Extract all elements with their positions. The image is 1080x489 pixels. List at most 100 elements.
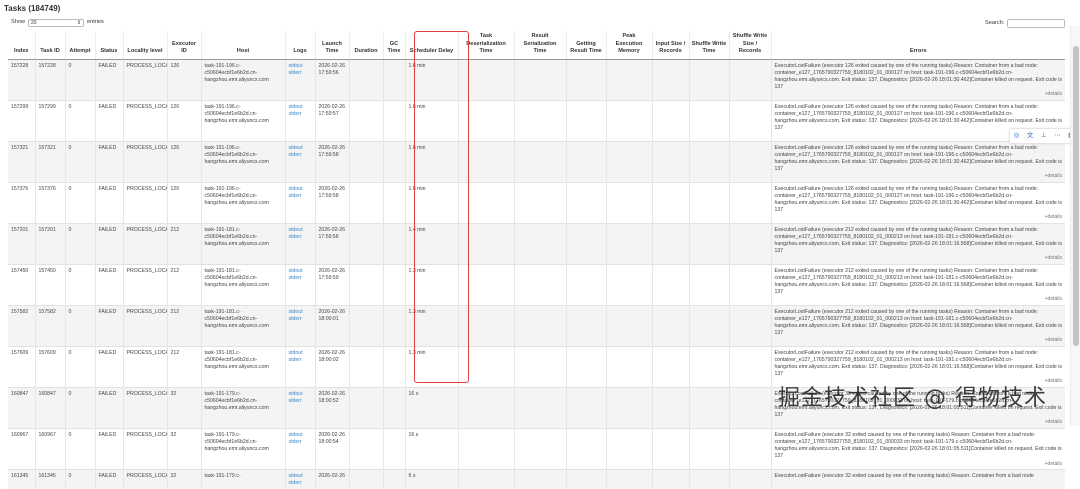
dots-icon[interactable]: ⋯ xyxy=(1054,132,1061,141)
details-link[interactable]: +details xyxy=(1045,461,1062,468)
empty-cell xyxy=(728,99,771,142)
error-text: ExecutorLostFailure (executor 32 exited … xyxy=(774,473,1034,480)
empty-cell xyxy=(605,305,652,347)
entries-select[interactable]: 20 ⇕ xyxy=(28,19,84,27)
column-header[interactable]: Result Serialization Time xyxy=(513,31,566,60)
pin-icon[interactable]: ⊥ xyxy=(1041,132,1047,141)
column-header[interactable]: Shuffle Write Size / Records xyxy=(728,31,771,60)
stderr-link[interactable]: stderr xyxy=(289,234,313,241)
empty-cell xyxy=(605,469,652,489)
column-header[interactable]: Task ID xyxy=(34,31,65,60)
column-header[interactable]: Shuffle Write Time xyxy=(688,31,729,60)
details-link[interactable]: +details xyxy=(1045,419,1062,426)
stdout-link[interactable]: stdout xyxy=(289,391,313,398)
logs-cell: stdout stderr xyxy=(284,58,315,101)
empty-cell xyxy=(565,58,606,101)
column-header[interactable]: Index xyxy=(8,31,35,60)
stdout-link[interactable]: stdout xyxy=(289,432,313,439)
stderr-link[interactable]: stderr xyxy=(289,275,313,282)
empty-cell xyxy=(651,387,689,429)
stdout-link[interactable]: stdout xyxy=(289,104,313,111)
locality-cell: PROCESS_LOCAL xyxy=(122,387,167,429)
scrollbar-thumb[interactable] xyxy=(1073,46,1079,346)
stderr-link[interactable]: stderr xyxy=(289,152,313,159)
error-text: ExecutorLostFailure (executor 126 exited… xyxy=(774,62,1063,90)
column-header[interactable]: Input Size / Records xyxy=(651,31,689,60)
column-header[interactable]: Peak Execution Memory xyxy=(605,31,652,60)
stdout-link[interactable]: stdout xyxy=(289,186,313,193)
empty-cell xyxy=(457,305,514,347)
status-cell: FAILED xyxy=(94,263,123,306)
empty-cell xyxy=(348,58,383,101)
details-link[interactable]: +details xyxy=(1045,91,1062,98)
stdout-link[interactable]: stdout xyxy=(289,268,313,275)
empty-cell xyxy=(688,387,729,429)
column-header[interactable]: Locality level xyxy=(122,31,167,60)
empty-cell xyxy=(605,263,652,306)
search-input[interactable] xyxy=(1007,19,1066,28)
stdout-link[interactable]: stdout xyxy=(289,473,313,480)
column-header[interactable]: Scheduler Delay xyxy=(404,31,458,60)
stdout-link[interactable]: stdout xyxy=(289,227,313,234)
vertical-scrollbar[interactable] xyxy=(1070,26,1080,426)
stderr-link[interactable]: stderr xyxy=(289,480,313,487)
translate-icon[interactable]: ◎ xyxy=(1014,132,1020,141)
column-header[interactable]: Launch Time xyxy=(314,31,349,60)
empty-cell xyxy=(382,181,405,224)
empty-cell xyxy=(728,305,771,347)
details-link[interactable]: +details xyxy=(1045,255,1062,262)
host-cell: task-191-196.c-c50604ecbf1e6b2d.cn-hangz… xyxy=(200,181,285,224)
stderr-link[interactable]: stderr xyxy=(289,70,313,77)
host-cell: task-191-179.c- xyxy=(200,469,285,489)
error-text: ExecutorLostFailure (executor 212 exited… xyxy=(774,226,1063,254)
stderr-link[interactable]: stderr xyxy=(289,357,313,364)
task-id-cell: 157582 xyxy=(34,305,65,347)
empty-cell xyxy=(605,140,652,183)
column-header[interactable]: Task Deserialization Time xyxy=(457,31,514,60)
empty-cell xyxy=(688,346,729,388)
empty-cell xyxy=(457,181,514,224)
empty-cell xyxy=(457,469,514,489)
column-header[interactable]: Duration xyxy=(348,31,383,60)
stderr-link[interactable]: stderr xyxy=(289,111,313,118)
errors-cell: ExecutorLostFailure (executor 32 exited … xyxy=(770,428,1065,470)
stdout-link[interactable]: stdout xyxy=(289,350,313,357)
empty-cell xyxy=(688,181,729,224)
delay-cell: 1.3 min xyxy=(404,346,458,388)
empty-cell xyxy=(513,263,566,306)
empty-cell xyxy=(728,58,771,101)
stderr-link[interactable]: stderr xyxy=(289,398,313,405)
details-link[interactable]: +details xyxy=(1045,214,1062,221)
status-cell: FAILED xyxy=(94,428,123,470)
host-cell: task-191-196.c-c50604ecbf1e6b2d.cn-hangz… xyxy=(200,99,285,142)
details-link[interactable]: +details xyxy=(1045,378,1062,385)
stderr-link[interactable]: stderr xyxy=(289,193,313,200)
empty-cell xyxy=(565,469,606,489)
column-header[interactable]: GC Time xyxy=(382,31,405,60)
details-link[interactable]: +details xyxy=(1045,296,1062,303)
empty-cell xyxy=(513,428,566,470)
locality-cell: PROCESS_LOCAL xyxy=(122,58,167,101)
stderr-link[interactable]: stderr xyxy=(289,316,313,323)
column-header[interactable]: Logs xyxy=(284,31,315,60)
errors-cell: ExecutorLostFailure (executor 212 exited… xyxy=(770,346,1065,388)
details-link[interactable]: +details xyxy=(1045,173,1062,180)
locality-cell: PROCESS_LOCAL xyxy=(122,428,167,470)
text-icon[interactable]: 文 xyxy=(1027,132,1034,141)
column-header[interactable]: Getting Result Time xyxy=(565,31,606,60)
delay-cell: 1.4 min xyxy=(404,222,458,265)
empty-cell xyxy=(651,263,689,306)
logs-cell: stdout stderr xyxy=(284,305,315,347)
column-header[interactable]: Errors xyxy=(770,31,1065,60)
index-cell: 157450 xyxy=(8,263,35,306)
column-header[interactable]: Executor ID xyxy=(166,31,201,60)
stdout-link[interactable]: stdout xyxy=(289,309,313,316)
details-link[interactable]: +details xyxy=(1045,337,1062,344)
stdout-link[interactable]: stdout xyxy=(289,145,313,152)
column-header[interactable]: Status xyxy=(94,31,123,60)
stderr-link[interactable]: stderr xyxy=(289,439,313,446)
stdout-link[interactable]: stdout xyxy=(289,63,313,70)
column-header[interactable]: Host xyxy=(200,31,285,60)
column-header[interactable]: Attempt xyxy=(64,31,95,60)
errors-cell: ExecutorLostFailure (executor 212 exited… xyxy=(770,263,1065,306)
